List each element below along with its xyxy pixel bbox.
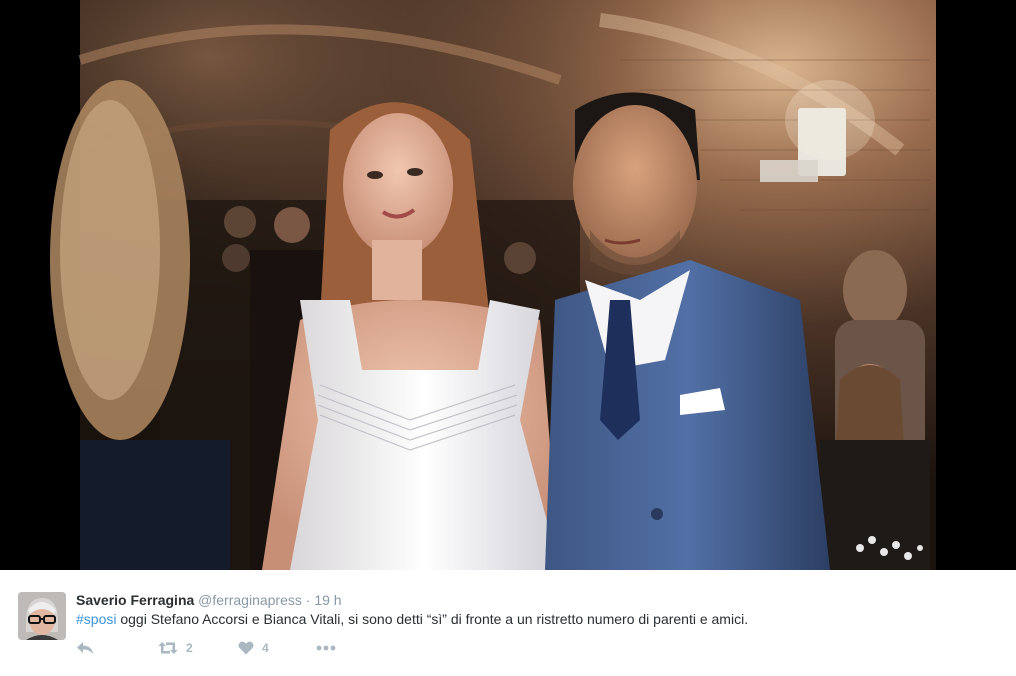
like-button[interactable]: 4 xyxy=(238,641,316,655)
avatar[interactable] xyxy=(18,592,66,640)
user-handle[interactable]: @ferraginapress xyxy=(198,592,302,608)
retweet-count: 2 xyxy=(186,641,193,655)
more-button[interactable] xyxy=(316,645,336,651)
reply-button[interactable] xyxy=(76,641,158,655)
tweet-card: Saverio Ferragina @ferraginapress · 19 h… xyxy=(0,0,1016,676)
separator-dot: · xyxy=(305,592,311,608)
like-count: 4 xyxy=(262,641,269,655)
display-name[interactable]: Saverio Ferragina xyxy=(76,592,194,608)
profile-photo-icon xyxy=(18,592,66,640)
tweet-timestamp[interactable]: 19 h xyxy=(314,592,341,608)
tweet-actions: 2 4 xyxy=(76,638,336,658)
tweet-header: Saverio Ferragina @ferraginapress · 19 h xyxy=(76,591,342,609)
reply-icon xyxy=(77,642,93,654)
wedding-photo-illustration xyxy=(0,0,1016,570)
more-icon xyxy=(316,645,336,651)
tweet-text: #sposi oggi Stefano Accorsi e Bianca Vit… xyxy=(76,610,748,628)
retweet-icon xyxy=(158,642,178,654)
tweet-body-text: oggi Stefano Accorsi e Bianca Vitali, si… xyxy=(116,611,749,627)
hashtag-link[interactable]: #sposi xyxy=(76,611,116,627)
heart-icon xyxy=(238,641,254,655)
retweet-button[interactable]: 2 xyxy=(158,641,238,655)
tweet-photo[interactable] xyxy=(0,0,1016,570)
